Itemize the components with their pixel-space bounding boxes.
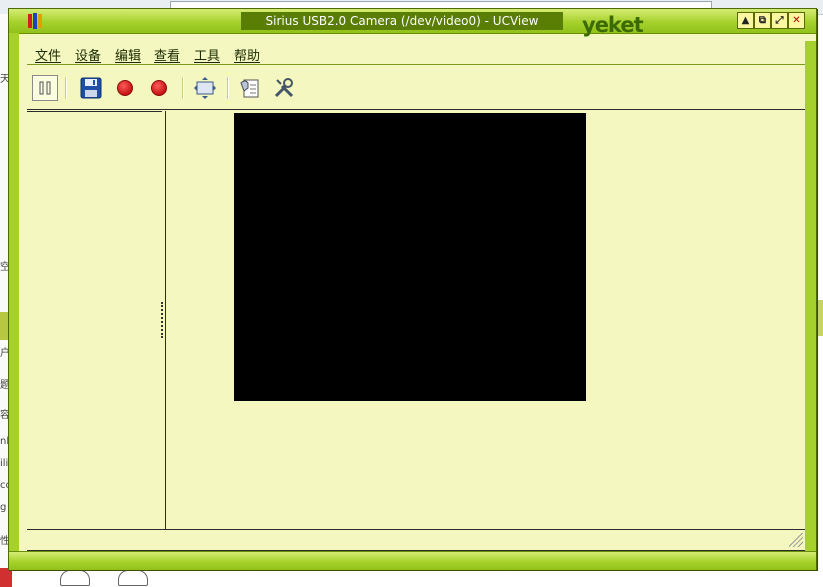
close-button[interactable]: ✕ [788, 12, 805, 29]
background-bottom-doodles [0, 568, 823, 587]
toolbar-separator [182, 77, 184, 99]
window-title: Sirius USB2.0 Camera (/dev/video0) - UCV… [241, 12, 563, 30]
record-icon [151, 80, 167, 96]
save-icon [80, 77, 102, 99]
desktop-logo: yeket [582, 13, 644, 37]
restore-button[interactable]: ⧉ [754, 12, 771, 29]
record-video-button[interactable] [146, 75, 172, 101]
window-bottom-border [9, 551, 816, 570]
menu-tools[interactable]: 工具 [194, 45, 220, 64]
menu-bar: 文件 设备 编辑 查看 工具 帮助 [27, 42, 805, 65]
menu-help[interactable]: 帮助 [234, 45, 260, 64]
video-preview[interactable] [234, 113, 586, 401]
side-panel [27, 111, 166, 529]
resize-grip[interactable] [789, 533, 803, 547]
ucview-window: Sirius USB2.0 Camera (/dev/video0) - UCV… [8, 8, 817, 570]
window-right-border [805, 41, 816, 551]
menu-view[interactable]: 查看 [154, 45, 180, 64]
pane-resize-handle[interactable] [161, 302, 166, 338]
side-panel-divider [27, 111, 162, 112]
properties-icon [240, 79, 259, 98]
save-button[interactable] [78, 75, 104, 101]
toolbar-separator [65, 77, 67, 99]
record-icon [117, 80, 133, 96]
tools-button[interactable] [271, 75, 297, 101]
toolbar [27, 69, 805, 109]
content-divider [27, 109, 805, 110]
pause-button[interactable] [32, 75, 58, 101]
record-button[interactable] [112, 75, 138, 101]
tools-icon [274, 78, 294, 98]
fit-window-button[interactable] [192, 75, 218, 101]
title-bar[interactable]: Sirius USB2.0 Camera (/dev/video0) - UCV… [9, 9, 816, 37]
menu-edit[interactable]: 编辑 [115, 45, 141, 64]
background-bottom-red-tab [0, 568, 12, 587]
properties-button[interactable] [237, 75, 263, 101]
status-bar [27, 529, 805, 551]
menu-file[interactable]: 文件 [35, 45, 61, 64]
minimize-button[interactable]: ▲ [737, 12, 754, 29]
toolbar-separator [227, 77, 229, 99]
window-left-border [9, 33, 19, 551]
maximize-button[interactable]: ⤢ [771, 12, 788, 29]
pause-icon [39, 81, 51, 95]
app-icon[interactable] [27, 12, 43, 30]
menu-device[interactable]: 设备 [75, 45, 101, 64]
fit-window-icon [194, 77, 216, 99]
